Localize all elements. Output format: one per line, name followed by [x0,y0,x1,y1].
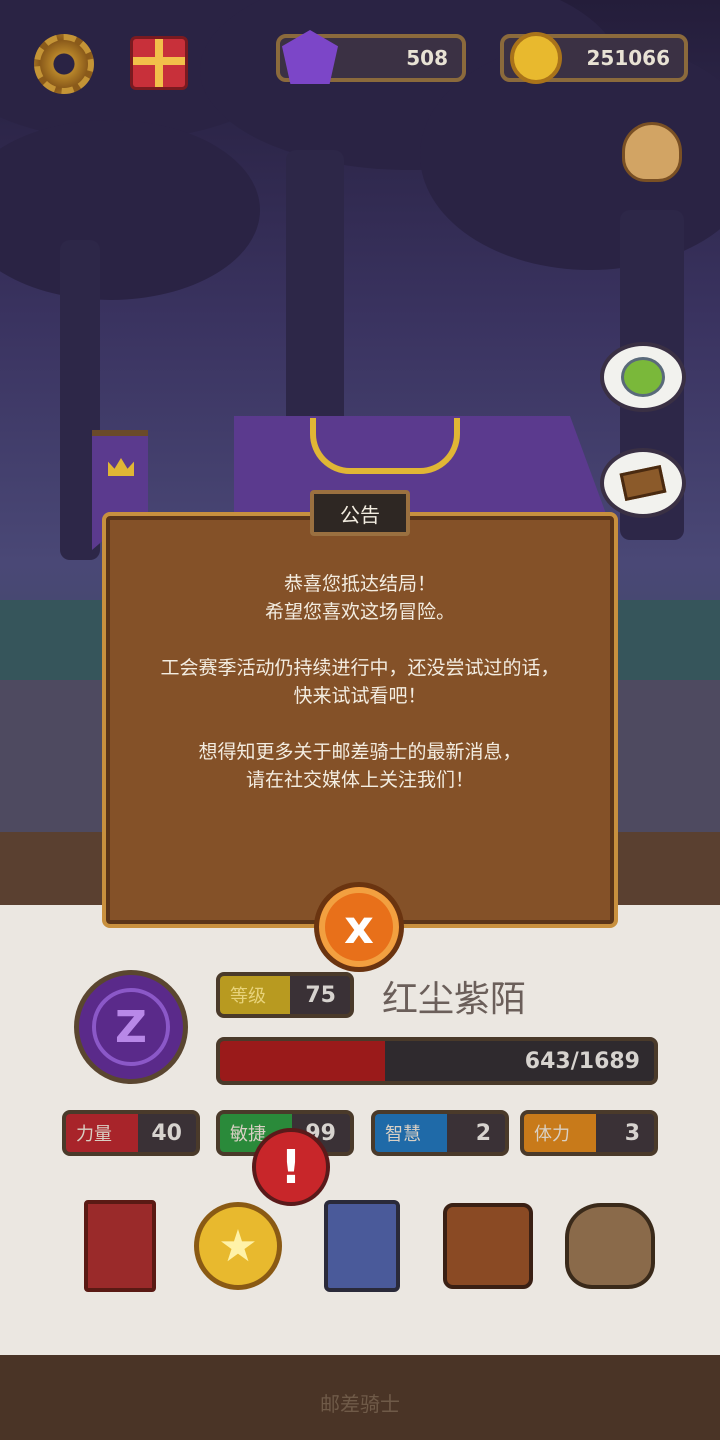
dialog-line: 快来试试看吧！ [293,685,427,707]
dialog-line: 请在社交媒体上关注我们！ [245,769,474,791]
hp-bar-fill [220,1041,386,1081]
dialog-line: 工会赛季活动仍持续进行中，还没尝试过的话， [160,657,560,679]
gear-icon[interactable] [34,34,94,94]
dialog-line: 恭喜您抵达结局！ [283,573,436,595]
footer-title: 邮差骑士 [320,1392,400,1416]
coin-count: 251066 [586,46,671,70]
loot-icon [565,1203,655,1289]
level-value: 75 [305,982,336,1008]
strength-value: 40 [151,1120,182,1146]
level-box: 等级 75 [216,972,354,1018]
tree-canopy [0,120,260,300]
dialog-line: 想得知更多关于邮差骑士的最新消息， [198,741,522,763]
player-name: 红尘紫陌 [382,979,527,1020]
coin-icon [510,32,562,84]
stamina-stat: 体力 3 [520,1110,658,1156]
potion-upgrade-button[interactable] [600,342,686,412]
strength-stat: 力量 40 [62,1110,200,1156]
dialog-body: 恭喜您抵达结局！ 希望您喜欢这场冒险。 工会赛季活动仍持续进行中，还没尝试过的话… [122,570,598,822]
journal-button[interactable] [72,1196,168,1296]
signpost-icon [619,464,667,502]
avatar-emblem: Z [92,988,170,1066]
dialog-line: 希望您喜欢这场冒险。 [264,601,455,623]
stamina-label: 体力 [524,1114,596,1152]
stamina-value: 3 [624,1120,640,1146]
loot-button[interactable] [562,1196,658,1296]
intelligence-stat: 智慧 2 [371,1110,509,1156]
close-icon: x [344,900,374,954]
bag-icon [443,1203,533,1289]
cards-icon [324,1200,400,1292]
hp-bar: 643/1689 [216,1037,658,1085]
pouch-icon[interactable] [622,122,682,182]
medal-icon: ★ [194,1202,282,1290]
close-button[interactable]: x [314,882,404,972]
signpost-button[interactable] [600,448,686,518]
level-label: 等级 [220,976,290,1014]
book-icon [84,1200,156,1292]
dialog-title: 公告 [310,490,410,536]
intelligence-value: 2 [475,1120,491,1146]
avatar[interactable]: Z [74,970,188,1084]
medal-button[interactable]: ★ [190,1196,286,1296]
inventory-button[interactable] [440,1196,536,1296]
strength-label: 力量 [66,1114,138,1152]
potion-upgrade-icon [621,357,665,397]
gem-count: 508 [406,46,448,70]
gift-icon[interactable] [130,36,188,90]
cards-button[interactable] [314,1196,410,1296]
crown-emblem [310,418,460,474]
intelligence-label: 智慧 [375,1114,447,1152]
hp-text: 643/1689 [524,1049,640,1074]
alert-icon: ! [252,1128,330,1206]
